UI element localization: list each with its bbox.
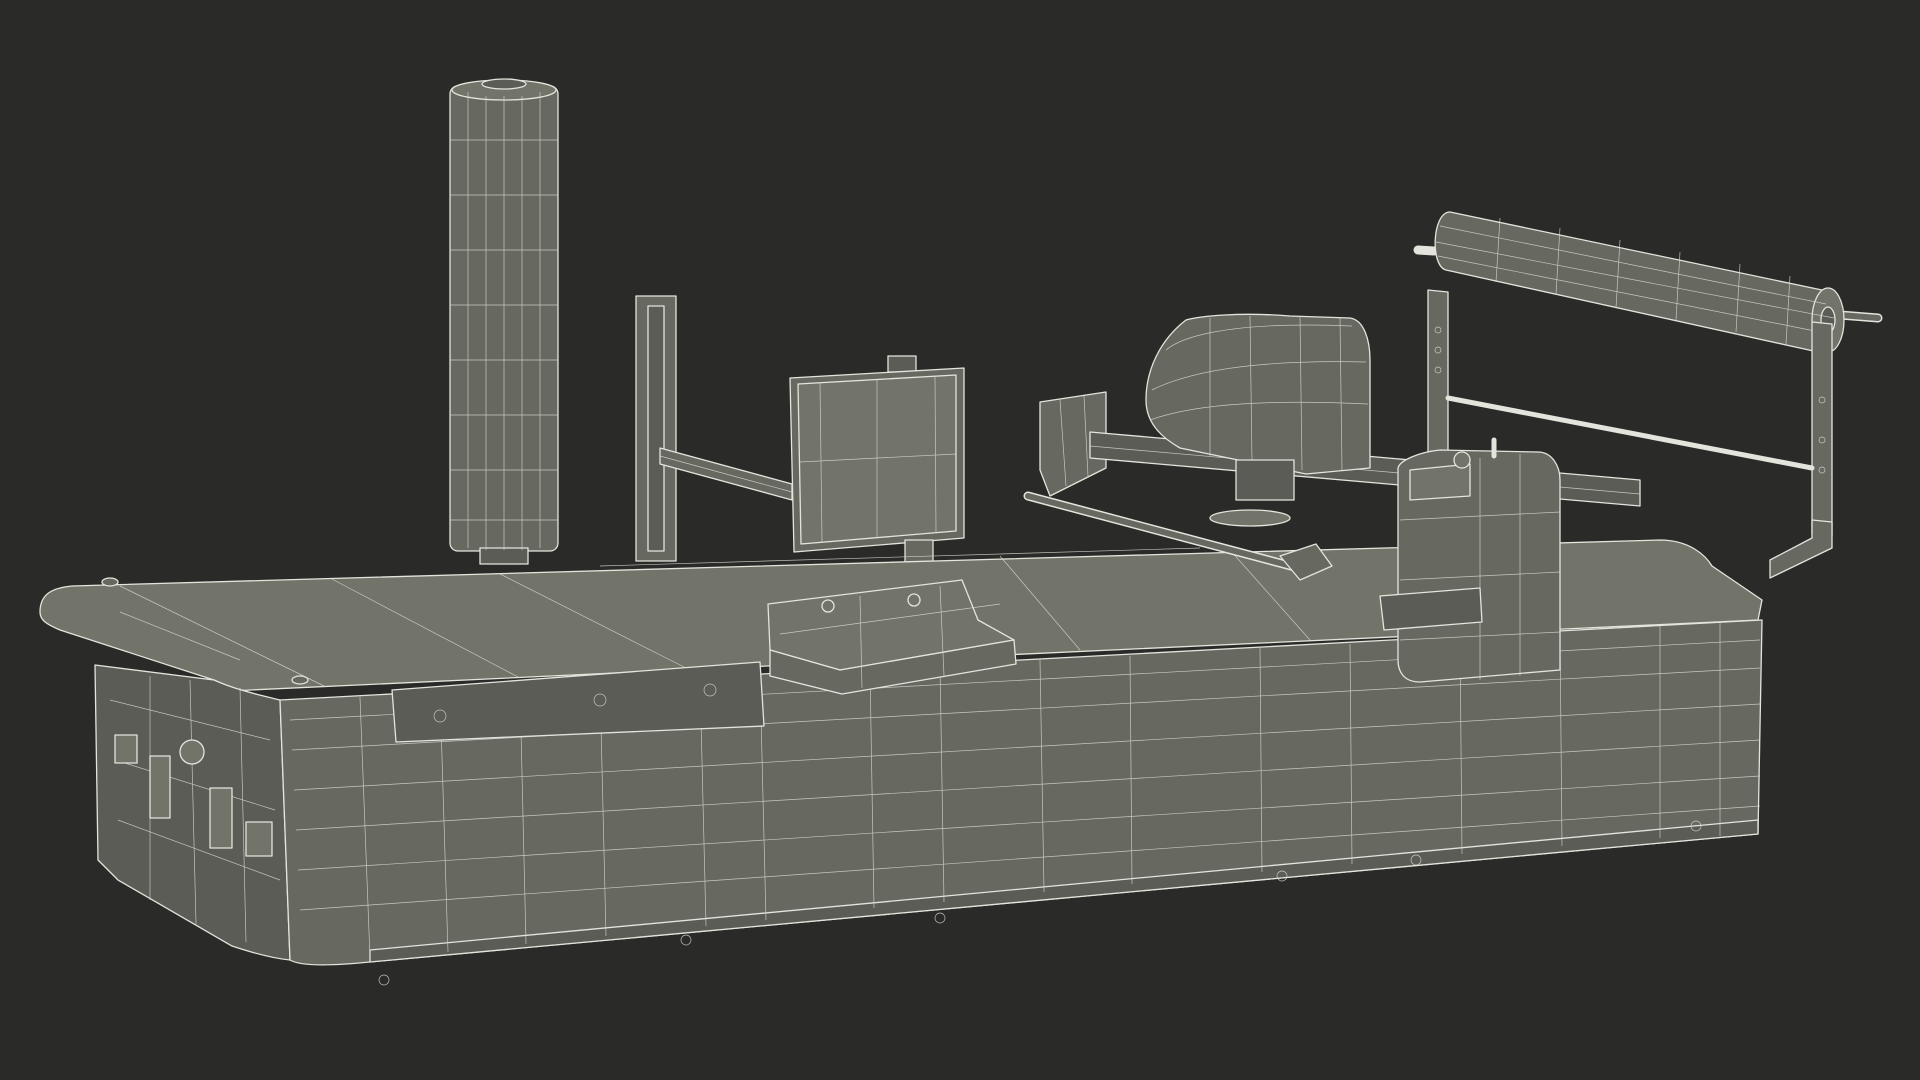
spreader-post — [635, 295, 793, 562]
vertical-fabric-roll — [449, 78, 559, 565]
wireframe-cutting-machine — [39, 78, 1883, 986]
display-panel — [789, 355, 965, 591]
control-tower — [1379, 437, 1561, 683]
